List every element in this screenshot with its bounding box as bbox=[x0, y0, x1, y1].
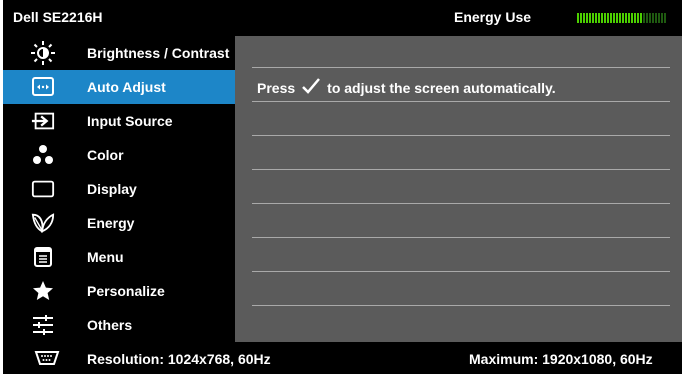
osd-header: Dell SE2216H Energy Use bbox=[3, 0, 682, 36]
energy-meter-segment bbox=[637, 13, 639, 23]
energy-meter-segment bbox=[595, 13, 597, 23]
energy-meter-segment bbox=[613, 13, 615, 23]
osd-footer: Resolution: 1024x768, 60Hz Maximum: 1920… bbox=[3, 342, 682, 374]
monitor-model: Dell SE2216H bbox=[13, 9, 103, 25]
energy-meter-segment bbox=[622, 13, 624, 23]
menu-item-label: Display bbox=[87, 181, 137, 197]
energy-meter-segment bbox=[586, 13, 588, 23]
energy-meter-segment bbox=[610, 13, 612, 23]
energy-use-meter bbox=[577, 13, 666, 23]
star-icon bbox=[31, 279, 55, 303]
menu-icon bbox=[31, 245, 55, 269]
energy-meter-segment bbox=[616, 13, 618, 23]
menu-item-label: Input Source bbox=[87, 113, 173, 129]
divider bbox=[252, 271, 670, 272]
energy-meter-segment bbox=[604, 13, 606, 23]
divider bbox=[252, 135, 670, 136]
message-suffix: to adjust the screen automatically. bbox=[327, 79, 556, 96]
energy-meter-segment bbox=[649, 13, 651, 23]
menu-item-label: Brightness / Contrast bbox=[87, 45, 230, 61]
energy-meter-segment bbox=[577, 13, 579, 23]
energy-meter-segment bbox=[646, 13, 648, 23]
display-icon bbox=[31, 177, 55, 201]
vga-connector-icon bbox=[33, 348, 61, 368]
energy-meter-segment bbox=[583, 13, 585, 23]
divider bbox=[252, 237, 670, 238]
menu-item-label: Energy bbox=[87, 215, 135, 231]
energy-meter-segment bbox=[631, 13, 633, 23]
energy-meter-segment bbox=[592, 13, 594, 23]
current-resolution: Resolution: 1024x768, 60Hz bbox=[87, 351, 271, 367]
energy-meter-segment bbox=[625, 13, 627, 23]
energy-meter-segment bbox=[607, 13, 609, 23]
message-prefix: Press bbox=[257, 79, 296, 96]
osd-main-menu: Brightness / Contrast Auto Adjust Input … bbox=[3, 36, 235, 342]
input-source-icon bbox=[31, 109, 55, 133]
divider bbox=[252, 203, 670, 204]
menu-item-energy[interactable]: Energy bbox=[3, 206, 235, 240]
menu-item-display[interactable]: Display bbox=[3, 172, 235, 206]
energy-meter-segment bbox=[589, 13, 591, 23]
maximum-resolution: Maximum: 1920x1080, 60Hz bbox=[469, 351, 653, 367]
energy-meter-segment bbox=[580, 13, 582, 23]
energy-meter-segment bbox=[652, 13, 654, 23]
energy-meter-segment bbox=[640, 13, 642, 23]
color-icon bbox=[31, 143, 55, 167]
energy-meter-segment bbox=[658, 13, 660, 23]
energy-meter-segment bbox=[598, 13, 600, 23]
menu-item-auto-adjust[interactable]: Auto Adjust bbox=[3, 70, 235, 104]
menu-item-personalize[interactable]: Personalize bbox=[3, 274, 235, 308]
menu-item-label: Color bbox=[87, 147, 124, 163]
energy-icon bbox=[31, 211, 55, 235]
auto-adjust-icon bbox=[31, 75, 55, 99]
checkmark-icon bbox=[301, 77, 321, 98]
energy-meter-segment bbox=[664, 13, 666, 23]
energy-meter-segment bbox=[643, 13, 645, 23]
divider bbox=[252, 67, 670, 68]
energy-meter-segment bbox=[628, 13, 630, 23]
monitor-osd: Dell SE2216H Energy Use Brightness / Con… bbox=[3, 0, 682, 374]
menu-item-label: Auto Adjust bbox=[87, 79, 166, 95]
menu-item-label: Personalize bbox=[87, 283, 165, 299]
energy-meter-segment bbox=[601, 13, 603, 23]
menu-item-brightness-contrast[interactable]: Brightness / Contrast bbox=[3, 36, 235, 70]
sliders-icon bbox=[31, 313, 55, 337]
menu-item-menu[interactable]: Menu bbox=[3, 240, 235, 274]
energy-meter-segment bbox=[634, 13, 636, 23]
osd-submenu-panel: Press to adjust the screen automatically… bbox=[235, 36, 682, 342]
auto-adjust-message: Press to adjust the screen automatically… bbox=[257, 77, 556, 98]
energy-use-label: Energy Use bbox=[454, 9, 532, 25]
divider bbox=[252, 169, 670, 170]
menu-item-color[interactable]: Color bbox=[3, 138, 235, 172]
energy-meter-segment bbox=[661, 13, 663, 23]
brightness-icon bbox=[31, 41, 55, 65]
menu-item-label: Others bbox=[87, 317, 133, 333]
energy-meter-segment bbox=[655, 13, 657, 23]
menu-item-label: Menu bbox=[87, 249, 124, 265]
divider bbox=[252, 305, 670, 306]
menu-item-input-source[interactable]: Input Source bbox=[3, 104, 235, 138]
divider bbox=[252, 101, 670, 102]
energy-meter-segment bbox=[619, 13, 621, 23]
menu-item-others[interactable]: Others bbox=[3, 308, 235, 342]
